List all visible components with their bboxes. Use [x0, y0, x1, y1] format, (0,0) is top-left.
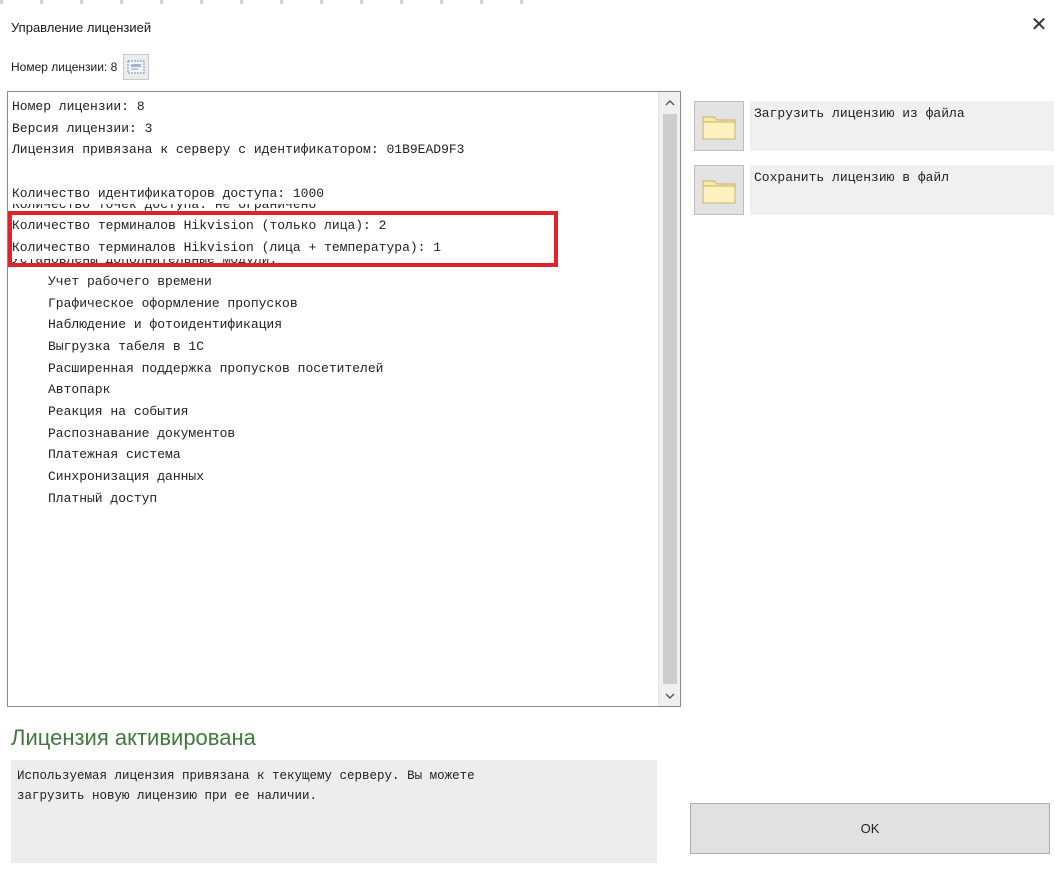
module-item: Платежная система: [48, 447, 181, 463]
license-details-box[interactable]: Номер лицензии: 8 Версия лицензии: 3 Лиц…: [7, 91, 681, 707]
module-item: Расширенная поддержка пропусков посетите…: [48, 360, 384, 376]
license-number-label: Номер лицензии: 8: [11, 60, 118, 74]
detail-line-text: Количество точек доступа: не ограничено: [12, 204, 317, 213]
folder-icon: [702, 116, 736, 140]
close-icon: ✕: [1030, 14, 1048, 36]
detail-line: Номер лицензии: 8: [12, 99, 145, 114]
module-item: Синхронизация данных: [48, 469, 205, 484]
module-item: Реакция на события: [48, 403, 189, 419]
module-item: Выгрузка табеля в 1С: [48, 338, 205, 354]
load-license-folder-button[interactable]: [694, 101, 744, 151]
load-license-button[interactable]: Загрузить лицензию из файла: [694, 101, 1054, 151]
module-item: Платный доступ: [48, 490, 158, 506]
license-management-window: Управление лицензией ✕ Номер лицензии: 8…: [0, 0, 1055, 872]
chevron-up-icon: [665, 99, 674, 105]
license-number-row: Номер лицензии: 8: [11, 54, 150, 80]
save-license-folder-button[interactable]: [694, 165, 744, 215]
license-id-button[interactable]: [123, 54, 150, 80]
red-highlight-annotation: [8, 211, 558, 267]
status-description-line: загрузить новую лицензию при ее наличии.: [17, 789, 318, 803]
module-item: Графическое оформление пропусков: [48, 295, 298, 311]
detail-line-empty: [12, 161, 656, 183]
license-status-description: Используемая лицензия привязана к текуще…: [11, 760, 657, 863]
ok-button[interactable]: OK: [690, 803, 1050, 854]
license-status-title: Лицензия активирована: [11, 725, 256, 750]
close-button[interactable]: ✕: [1027, 14, 1051, 38]
scroll-up-button[interactable]: [659, 92, 680, 112]
details-scrollbar[interactable]: [658, 92, 680, 706]
window-title: Управление лицензией: [11, 20, 152, 35]
license-details-text: Номер лицензии: 8 Версия лицензии: 3 Лиц…: [12, 96, 656, 706]
top-strip-decoration: [0, 0, 560, 4]
status-description-line: Используемая лицензия привязана к текуще…: [17, 769, 475, 783]
module-item: Распознавание документов: [48, 425, 236, 441]
folder-icon: [702, 180, 736, 204]
detail-line: Количество идентификаторов доступа: 1000: [12, 185, 325, 201]
module-item: Наблюдение и фотоидентификация: [48, 317, 283, 333]
chevron-down-icon: [665, 693, 674, 699]
save-license-label[interactable]: Сохранить лицензию в файл: [750, 165, 1054, 215]
detail-line: Лицензия привязана к серверу с идентифик…: [12, 142, 465, 158]
module-item: Автопарк: [48, 382, 111, 398]
scroll-thumb[interactable]: [663, 114, 677, 684]
detail-line: Версия лицензии: 3: [12, 120, 153, 136]
module-item: Учет рабочего времени: [48, 273, 212, 289]
id-card-icon: [127, 60, 145, 74]
scroll-down-button[interactable]: [659, 686, 680, 706]
save-license-button[interactable]: Сохранить лицензию в файл: [694, 165, 1054, 215]
load-license-label[interactable]: Загрузить лицензию из файла: [750, 101, 1054, 151]
